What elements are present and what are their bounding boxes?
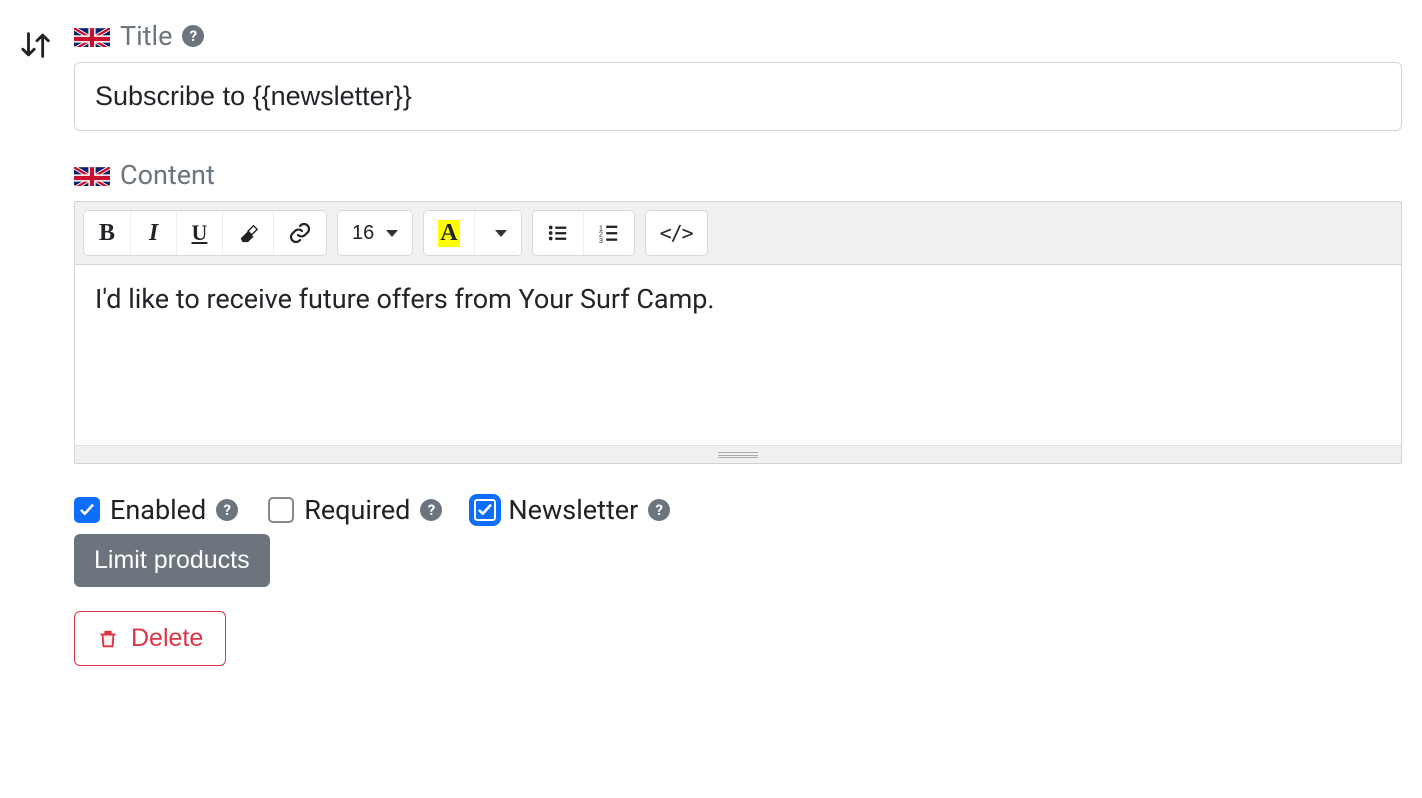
resize-handle[interactable] [75,445,1401,463]
font-size-button[interactable]: 16 [338,211,412,255]
delete-label: Delete [131,624,203,653]
chevron-down-icon [495,230,507,237]
flag-uk-icon [74,164,110,186]
unordered-list-icon [547,222,569,244]
eraser-button[interactable] [222,211,273,255]
code-icon: </> [660,221,693,245]
delete-button[interactable]: Delete [74,611,226,666]
link-button[interactable] [273,211,326,255]
italic-icon: I [149,220,158,247]
limit-products-button[interactable]: Limit products [74,534,270,587]
italic-button[interactable]: I [130,211,176,255]
check-icon [78,501,96,519]
help-icon[interactable]: ? [420,499,442,521]
editor-toolbar: B I U [75,202,1401,265]
flag-uk-icon [74,25,110,47]
help-icon[interactable]: ? [182,25,204,47]
enabled-checkbox[interactable] [74,497,100,523]
required-checkbox[interactable] [268,497,294,523]
help-icon[interactable]: ? [216,499,238,521]
unordered-list-button[interactable] [533,211,583,255]
underline-icon: U [192,220,208,246]
code-view-button[interactable]: </> [646,211,707,255]
ordered-list-button[interactable]: 1 2 3 [583,211,634,255]
eraser-icon [237,222,259,244]
text-color-button[interactable]: A [424,211,473,255]
link-icon [288,221,312,245]
content-label: Content [120,159,215,191]
text-color-dropdown[interactable] [474,211,521,255]
bold-icon: B [99,220,115,247]
title-label: Title [120,20,172,52]
ordered-list-icon: 1 2 3 [598,222,620,244]
sort-arrows-icon [20,28,54,62]
newsletter-label: Newsletter [508,494,638,526]
help-icon[interactable]: ? [648,499,670,521]
title-input[interactable] [74,62,1402,131]
text-color-icon: A [438,220,459,247]
svg-text:3: 3 [599,236,603,244]
enabled-label: Enabled [110,494,206,526]
underline-button[interactable]: U [176,211,222,255]
bold-button[interactable]: B [84,211,130,255]
trash-icon [97,628,119,650]
font-size-value: 16 [352,222,374,245]
rich-text-editor: B I U [74,201,1402,464]
content-input[interactable]: I'd like to receive future offers from Y… [75,265,1401,445]
required-label: Required [304,494,410,526]
check-icon [476,501,494,519]
chevron-down-icon [386,230,398,237]
newsletter-checkbox[interactable] [472,497,498,523]
drag-handle[interactable] [20,28,54,66]
grip-icon [718,452,758,458]
